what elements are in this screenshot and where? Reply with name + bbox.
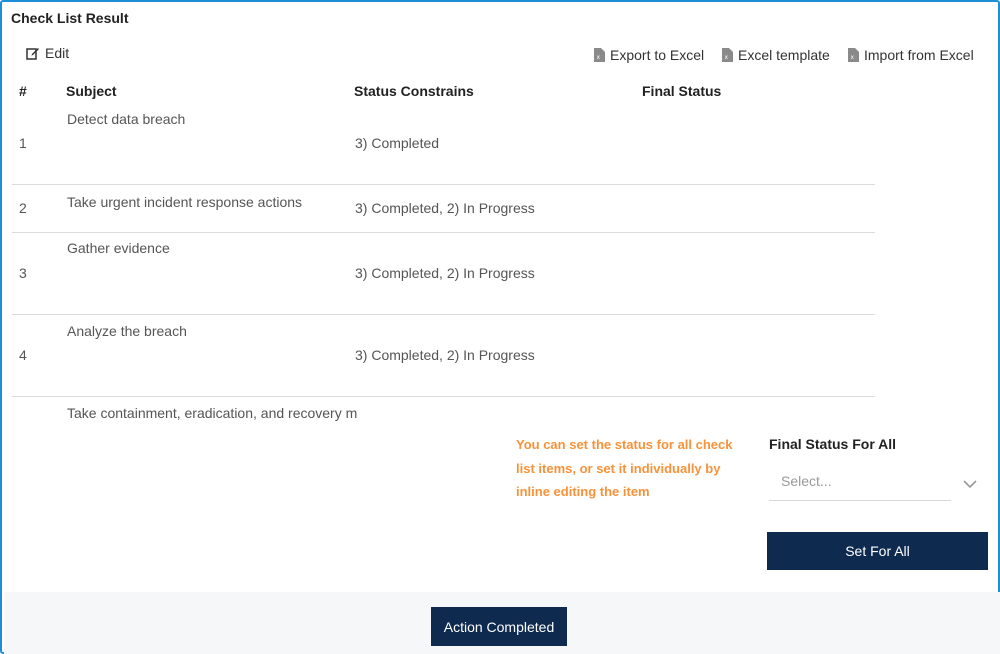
- import-label: Import from Excel: [864, 47, 974, 63]
- column-header-final-status: Final Status: [642, 83, 722, 99]
- row-divider: [12, 396, 875, 397]
- export-label: Export to Excel: [610, 47, 705, 63]
- excel-template-button[interactable]: x Excel template: [722, 47, 830, 63]
- row-status-constrains: 3) Completed, 2) In Progress: [355, 265, 535, 281]
- final-status-for-all-label: Final Status For All: [769, 436, 897, 452]
- chevron-down-icon[interactable]: [962, 476, 978, 494]
- excel-file-icon: x: [722, 48, 733, 62]
- export-to-excel-button[interactable]: x Export to Excel: [594, 47, 704, 63]
- row-subject: Take urgent incident response actions: [67, 194, 303, 210]
- set-all-hint-text: You can set the status for all check lis…: [516, 437, 733, 499]
- row-number: 4: [19, 347, 27, 363]
- row-subject: Analyze the breach: [67, 323, 187, 339]
- svg-text:x: x: [725, 54, 729, 61]
- pencil-icon: [26, 46, 40, 60]
- row-subject: Gather evidence: [67, 240, 170, 256]
- row-status-constrains: 3) Completed, 2) In Progress: [355, 200, 535, 216]
- row-divider: [12, 184, 875, 185]
- excel-file-icon: x: [594, 48, 605, 62]
- row-divider: [12, 314, 875, 315]
- column-header-status: Status Constrains: [354, 83, 474, 99]
- template-label: Excel template: [738, 47, 830, 63]
- checklist-result-panel: Check List Result Edit x Export to Excel…: [0, 0, 1000, 654]
- row-number: 3: [19, 265, 27, 281]
- panel-title: Check List Result: [11, 10, 129, 26]
- row-number: 2: [19, 200, 27, 216]
- row-status-constrains: 3) Completed: [355, 135, 440, 151]
- row-number: 1: [19, 135, 27, 151]
- column-header-subject: Subject: [66, 83, 117, 99]
- import-from-excel-button[interactable]: x Import from Excel: [848, 47, 974, 63]
- column-header-num: #: [19, 83, 27, 99]
- row-status-constrains: 3) Completed, 2) In Progress: [355, 347, 535, 363]
- final-status-select[interactable]: Select...: [769, 465, 951, 501]
- row-subject: Take containment, eradication, and recov…: [67, 405, 358, 421]
- edit-label: Edit: [45, 45, 70, 61]
- svg-text:x: x: [851, 54, 855, 61]
- action-completed-button[interactable]: Action Completed: [431, 607, 567, 646]
- svg-text:x: x: [597, 54, 601, 61]
- excel-file-icon: x: [848, 48, 859, 62]
- set-for-all-button[interactable]: Set For All: [767, 532, 988, 570]
- row-divider: [12, 232, 875, 233]
- edit-button[interactable]: Edit: [26, 45, 69, 61]
- row-subject: Detect data breach: [67, 111, 186, 127]
